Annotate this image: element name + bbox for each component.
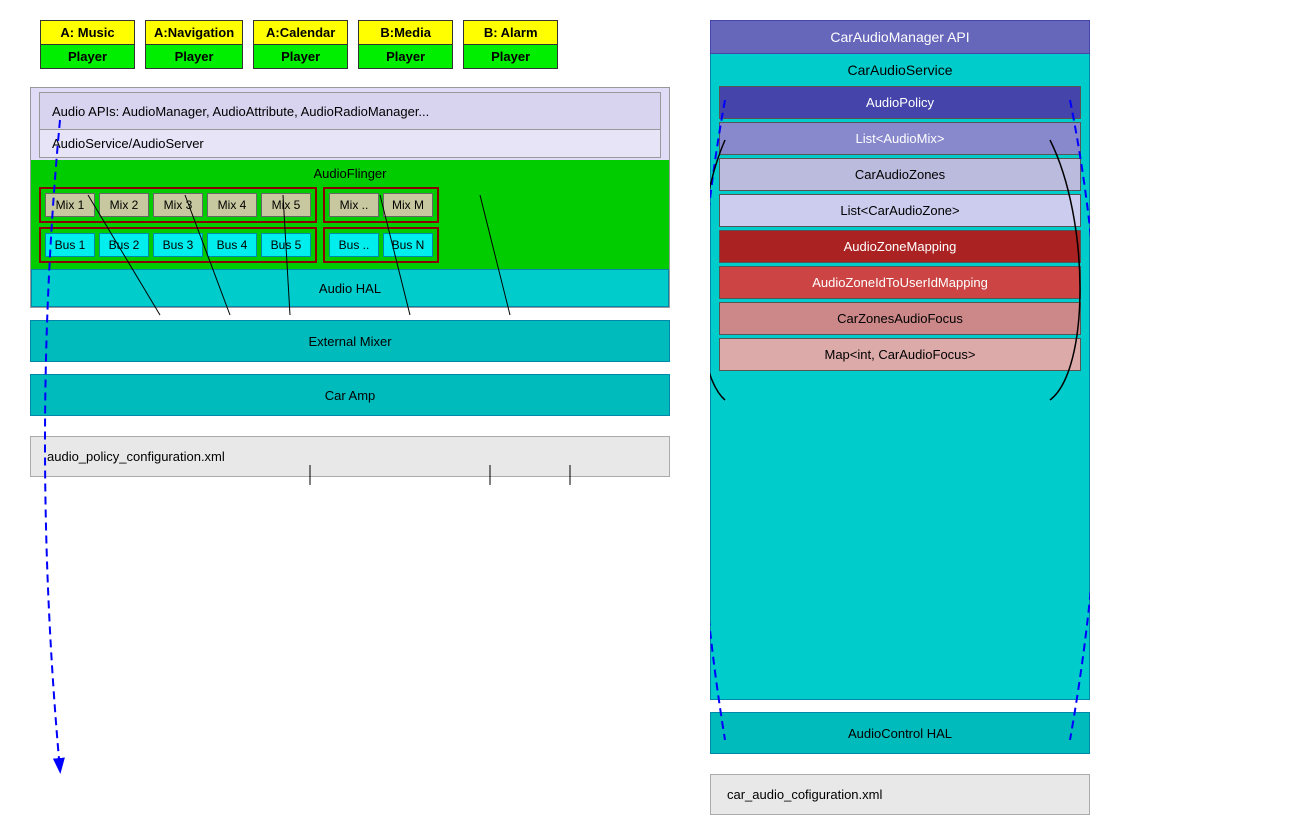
- mix-group-2: Mix .. Mix M: [323, 187, 439, 223]
- mix-row: Mix 1 Mix 2 Mix 3 Mix 4 Mix 5 Mix .. Mix…: [39, 187, 661, 223]
- external-mixer-label: External Mixer: [308, 334, 391, 349]
- xml-right-label: car_audio_cofiguration.xml: [727, 787, 882, 802]
- app-box-alarm: B: Alarm Player: [463, 20, 558, 69]
- audio-control-hal: AudioControl HAL: [710, 712, 1090, 754]
- mix-box-5: Mix 5: [261, 193, 311, 217]
- audio-service-section: Audio APIs: AudioManager, AudioAttribute…: [30, 87, 670, 308]
- app-player-media: Player: [359, 45, 452, 68]
- audio-hal-layer: Audio HAL: [31, 269, 669, 307]
- car-audio-manager-api: CarAudioManager API: [710, 20, 1090, 54]
- app-title-navigation: A:Navigation: [146, 21, 242, 45]
- app-box-music: A: Music Player: [40, 20, 135, 69]
- left-panel: A: Music Player A:Navigation Player A:Ca…: [30, 20, 670, 815]
- mix-box-1: Mix 1: [45, 193, 95, 217]
- app-player-alarm: Player: [464, 45, 557, 68]
- bus-box-1: Bus 1: [45, 233, 95, 257]
- car-audio-service-container: CarAudioService AudioPolicy List<AudioMi…: [710, 54, 1090, 700]
- app-player-calendar: Player: [254, 45, 347, 68]
- r-box-audio-zone-id: AudioZoneIdToUserIdMapping: [719, 266, 1081, 299]
- api-label: CarAudioManager API: [830, 29, 969, 45]
- mix-box-dots: Mix ..: [329, 193, 379, 217]
- bus-box-5: Bus 5: [261, 233, 311, 257]
- right-stack: AudioPolicy List<AudioMix> CarAudioZones…: [719, 86, 1081, 371]
- bus-group-1: Bus 1 Bus 2 Bus 3 Bus 4 Bus 5: [39, 227, 317, 263]
- car-amp-layer: Car Amp: [30, 374, 670, 416]
- app-box-media: B:Media Player: [358, 20, 453, 69]
- external-mixer-layer: External Mixer: [30, 320, 670, 362]
- bus-box-2: Bus 2: [99, 233, 149, 257]
- r-box-list-car-audio-zone: List<CarAudioZone>: [719, 194, 1081, 227]
- xml-box-left: audio_policy_configuration.xml: [30, 436, 670, 477]
- audio-flinger-label: AudioFlinger: [39, 166, 661, 181]
- xml-box-right: car_audio_cofiguration.xml: [710, 774, 1090, 815]
- mix-box-2: Mix 2: [99, 193, 149, 217]
- r-box-list-audiomix: List<AudioMix>: [719, 122, 1081, 155]
- app-player-music: Player: [41, 45, 134, 68]
- bus-box-n: Bus N: [383, 233, 433, 257]
- car-amp-label: Car Amp: [325, 388, 376, 403]
- app-box-calendar: A:Calendar Player: [253, 20, 348, 69]
- mix-box-3: Mix 3: [153, 193, 203, 217]
- xml-left-label: audio_policy_configuration.xml: [47, 449, 225, 464]
- audio-flinger-section: AudioFlinger Mix 1 Mix 2 Mix 3 Mix 4 Mix…: [31, 160, 669, 269]
- car-audio-service-label: CarAudioService: [719, 62, 1081, 78]
- mix-box-m: Mix M: [383, 193, 433, 217]
- r-box-audio-policy: AudioPolicy: [719, 86, 1081, 119]
- r-box-car-zones-audio-focus: CarZonesAudioFocus: [719, 302, 1081, 335]
- app-title-music: A: Music: [41, 21, 134, 45]
- r-box-map-int: Map<int, CarAudioFocus>: [719, 338, 1081, 371]
- audio-hal-label: Audio HAL: [319, 281, 381, 296]
- audio-apis-label: Audio APIs: AudioManager, AudioAttribute…: [52, 104, 429, 119]
- audio-service-layer: AudioService/AudioServer: [39, 130, 661, 158]
- app-title-calendar: A:Calendar: [254, 21, 347, 45]
- bus-box-3: Bus 3: [153, 233, 203, 257]
- bus-row: Bus 1 Bus 2 Bus 3 Bus 4 Bus 5 Bus .. Bus…: [39, 227, 661, 263]
- mix-group-1: Mix 1 Mix 2 Mix 3 Mix 4 Mix 5: [39, 187, 317, 223]
- app-title-media: B:Media: [359, 21, 452, 45]
- audio-apis-layer: Audio APIs: AudioManager, AudioAttribute…: [39, 92, 661, 130]
- r-box-car-audio-zones: CarAudioZones: [719, 158, 1081, 191]
- audio-service-label: AudioService/AudioServer: [52, 136, 204, 151]
- audio-control-hal-label: AudioControl HAL: [848, 726, 952, 741]
- app-row: A: Music Player A:Navigation Player A:Ca…: [40, 20, 670, 69]
- bus-group-2: Bus .. Bus N: [323, 227, 439, 263]
- bus-box-dots: Bus ..: [329, 233, 379, 257]
- r-box-audio-zone-mapping: AudioZoneMapping: [719, 230, 1081, 263]
- bus-box-4: Bus 4: [207, 233, 257, 257]
- right-panel: CarAudioManager API CarAudioService Audi…: [710, 20, 1090, 815]
- mix-box-4: Mix 4: [207, 193, 257, 217]
- app-title-alarm: B: Alarm: [464, 21, 557, 45]
- app-player-navigation: Player: [146, 45, 242, 68]
- app-box-navigation: A:Navigation Player: [145, 20, 243, 69]
